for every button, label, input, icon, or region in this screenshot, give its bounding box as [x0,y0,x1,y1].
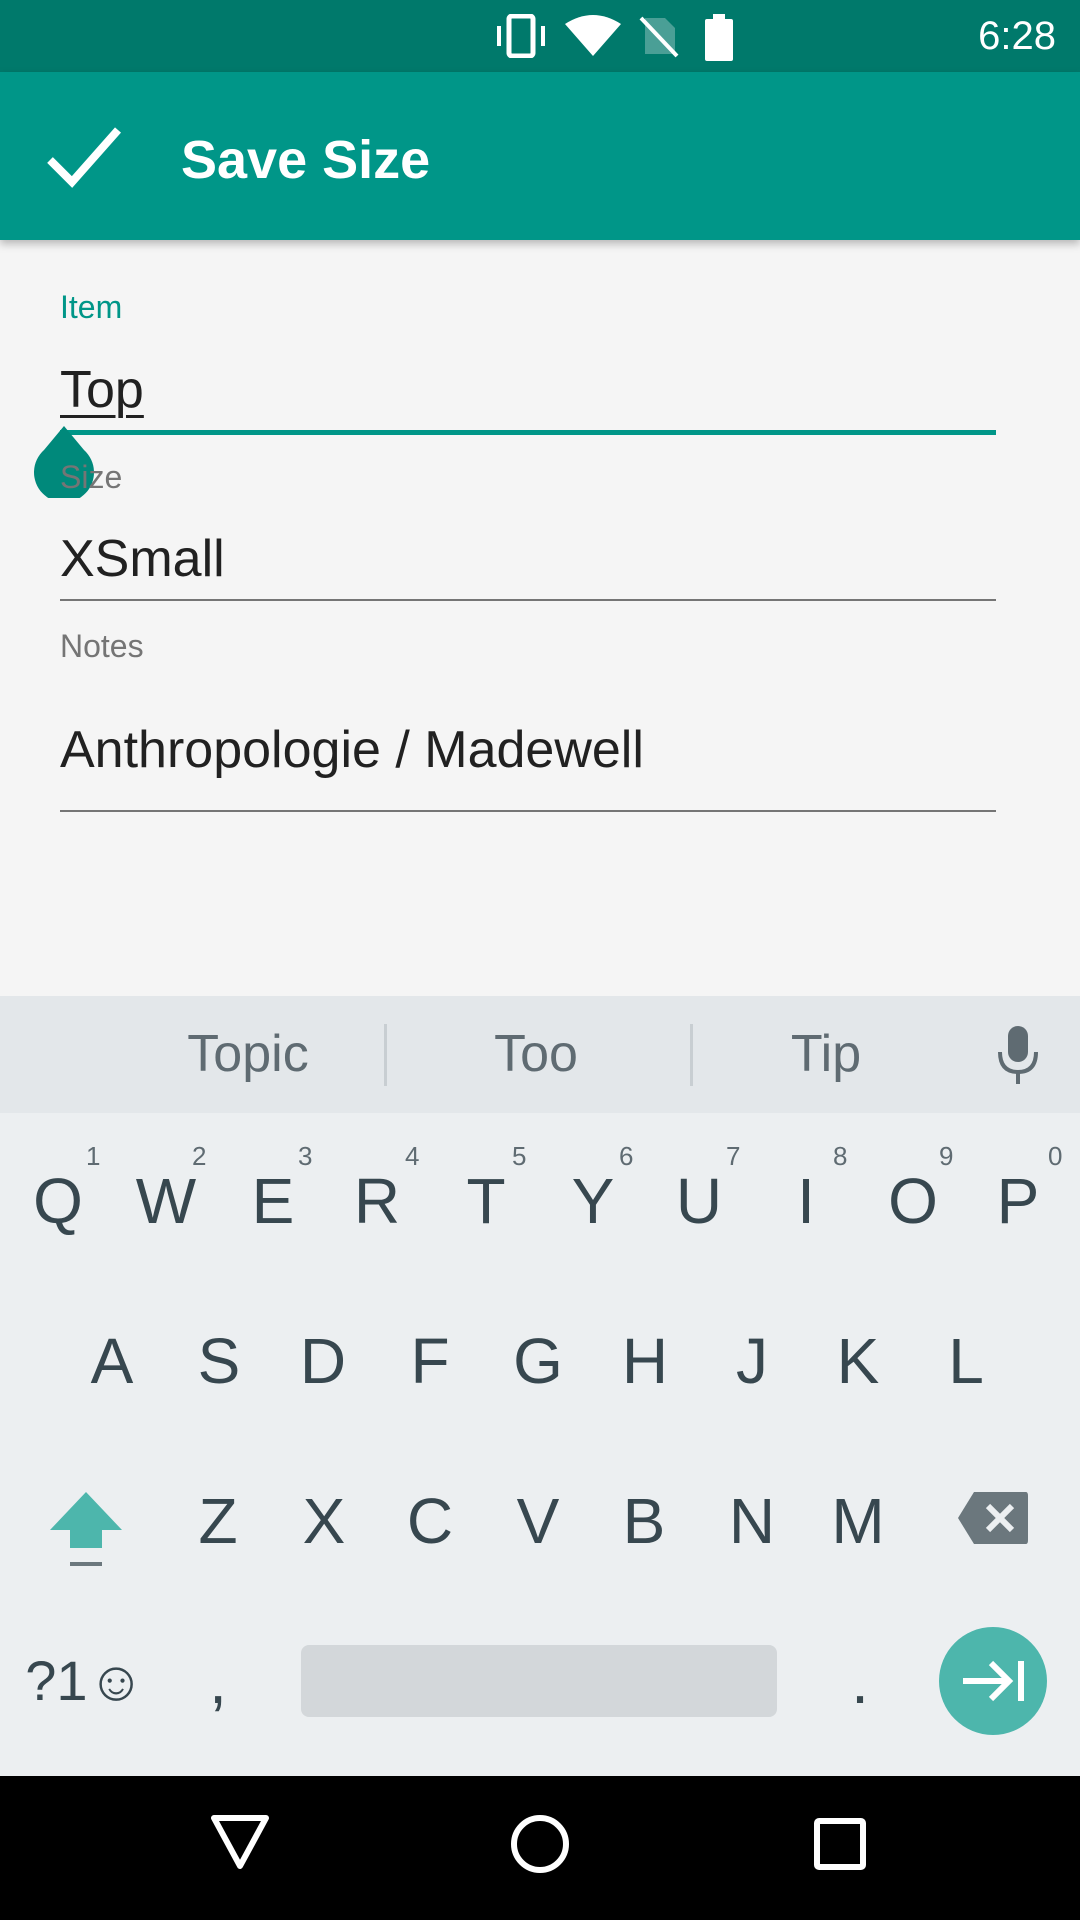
key-hint: 3 [298,1141,313,1171]
key-t[interactable]: T [432,1161,540,1241]
suggestion-item[interactable]: Too [400,996,672,1113]
key-n[interactable]: N [698,1481,806,1561]
key-hint: 0 [1048,1141,1063,1171]
key-u[interactable]: U [645,1161,753,1241]
vibrate-icon [497,14,545,58]
key-q[interactable]: Q [4,1161,112,1241]
size-underline [60,599,996,601]
key-hint: 1 [86,1141,101,1171]
item-input[interactable]: Top [60,358,144,422]
next-arrow-icon [963,1660,1024,1702]
home-icon[interactable] [510,1814,570,1874]
key-b[interactable]: B [590,1481,698,1561]
key-hint: 4 [405,1141,420,1171]
key-k[interactable]: K [804,1321,912,1401]
suggestion-strip: Topic Too Tip [0,996,1080,1115]
key-period[interactable]: . [806,1641,914,1721]
key-j[interactable]: J [698,1321,806,1401]
key-c[interactable]: C [376,1481,484,1561]
navigation-bar [0,1776,1080,1920]
key-v[interactable]: V [484,1481,592,1561]
size-label: Size [60,459,123,495]
key-m[interactable]: M [804,1481,912,1561]
key-o[interactable]: O [859,1161,967,1241]
key-h[interactable]: H [591,1321,699,1401]
recents-icon[interactable] [814,1818,866,1870]
microphone-icon[interactable] [996,1024,1040,1086]
backspace-icon[interactable] [956,1490,1030,1546]
suggestion-divider [690,1024,693,1086]
key-f[interactable]: F [376,1321,484,1401]
key-d[interactable]: D [269,1321,377,1401]
key-a[interactable]: A [58,1321,166,1401]
key-hint: 7 [726,1141,741,1171]
key-p[interactable]: P [964,1161,1072,1241]
key-y[interactable]: Y [539,1161,647,1241]
check-icon[interactable] [44,122,124,192]
suggestion-item[interactable]: Tip [700,996,952,1113]
key-z[interactable]: Z [164,1481,272,1561]
status-time: 6:28 [978,14,1056,58]
key-e[interactable]: E [219,1161,327,1241]
notes-label: Notes [60,628,144,664]
key-hint: 8 [833,1141,848,1171]
key-r[interactable]: R [323,1161,431,1241]
key-hint: 2 [192,1141,207,1171]
suggestion-divider [384,1024,387,1086]
notes-underline [60,810,996,812]
key-comma[interactable]: , [164,1641,272,1721]
shift-icon[interactable] [48,1490,124,1570]
item-underline [60,430,996,435]
key-hint: 9 [939,1141,954,1171]
status-bar: 6:28 [0,0,1080,72]
suggestion-item[interactable]: Topic [100,996,396,1113]
item-label: Item [60,289,123,325]
symbols-key[interactable]: ?1☺ [10,1641,160,1721]
key-l[interactable]: L [912,1321,1020,1401]
app-bar: Save Size [0,72,1080,240]
back-icon[interactable] [210,1814,270,1870]
key-x[interactable]: X [270,1481,378,1561]
size-input[interactable]: XSmall [60,527,225,591]
key-i[interactable]: I [752,1161,860,1241]
wifi-icon [565,15,621,56]
key-hint: 5 [512,1141,527,1171]
no-sim-icon [639,16,679,58]
key-g[interactable]: G [484,1321,592,1401]
space-bar[interactable] [301,1645,777,1717]
key-s[interactable]: S [165,1321,273,1401]
key-hint: 6 [619,1141,634,1171]
next-key[interactable] [939,1627,1047,1735]
page-title: Save Size [181,130,431,190]
battery-icon [705,14,733,61]
key-w[interactable]: W [112,1161,220,1241]
notes-input[interactable]: Anthropologie / Madewell [60,718,644,782]
